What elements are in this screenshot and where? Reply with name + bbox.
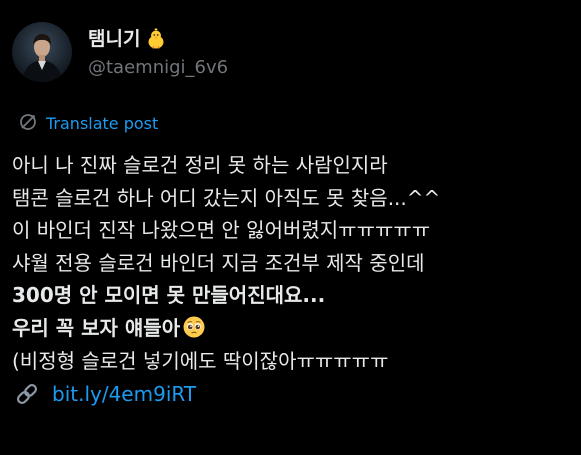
avatar[interactable] bbox=[12, 22, 72, 82]
display-name[interactable]: 탬니기 bbox=[88, 23, 140, 55]
post-line-bold: 300명 안 모이면 못 만들어진대요... bbox=[12, 283, 326, 308]
post-link-text[interactable]: bit.ly/4em9iRT bbox=[52, 382, 196, 406]
link-icon bbox=[14, 381, 40, 407]
post-line: (비정형 슬로건 넣기에도 딱이잖아ㅠㅠㅠㅠㅠ bbox=[12, 348, 389, 373]
translate-icon bbox=[18, 112, 38, 136]
post-line: 샤월 전용 슬로건 바인더 지금 조건부 제작 중인데 bbox=[12, 250, 425, 275]
post-line-text: 우리 꼭 보자 얘들아 bbox=[12, 315, 181, 340]
baby-chick-icon bbox=[144, 27, 168, 51]
post-line: 이 바인더 진작 나왔으면 안 잃어버렸지ㅠㅠㅠㅠㅠ bbox=[12, 218, 431, 243]
display-name-row[interactable]: 탬니기 bbox=[88, 23, 228, 55]
author-handle[interactable]: @taemnigi_6v6 bbox=[88, 55, 228, 81]
post-line: 아니 나 진짜 슬로건 정리 못 하는 사람인지라 bbox=[12, 153, 388, 177]
translate-post-button[interactable]: Translate post bbox=[18, 112, 158, 136]
post-header: 탬니기 @taemnigi_6v6 bbox=[12, 22, 228, 82]
translate-post-label: Translate post bbox=[46, 114, 159, 133]
post-text: 아니 나 진짜 슬로건 정리 못 하는 사람인지라 탬콘 슬로건 하나 어디 갔… bbox=[12, 149, 572, 411]
post-line-emoji: 우리 꼭 보자 얘들아 bbox=[12, 312, 572, 345]
author-names: 탬니기 @taemnigi_6v6 bbox=[88, 23, 228, 81]
post-link[interactable]: bit.ly/4em9iRT bbox=[12, 377, 572, 411]
post-line: 탬콘 슬로건 하나 어디 갔는지 아직도 못 찾음...^^ bbox=[12, 185, 441, 210]
post: 탬니기 @taemnigi_6v6 Translate post 아니 나 진짜… bbox=[0, 0, 581, 455]
pleading-face-icon bbox=[182, 315, 206, 339]
